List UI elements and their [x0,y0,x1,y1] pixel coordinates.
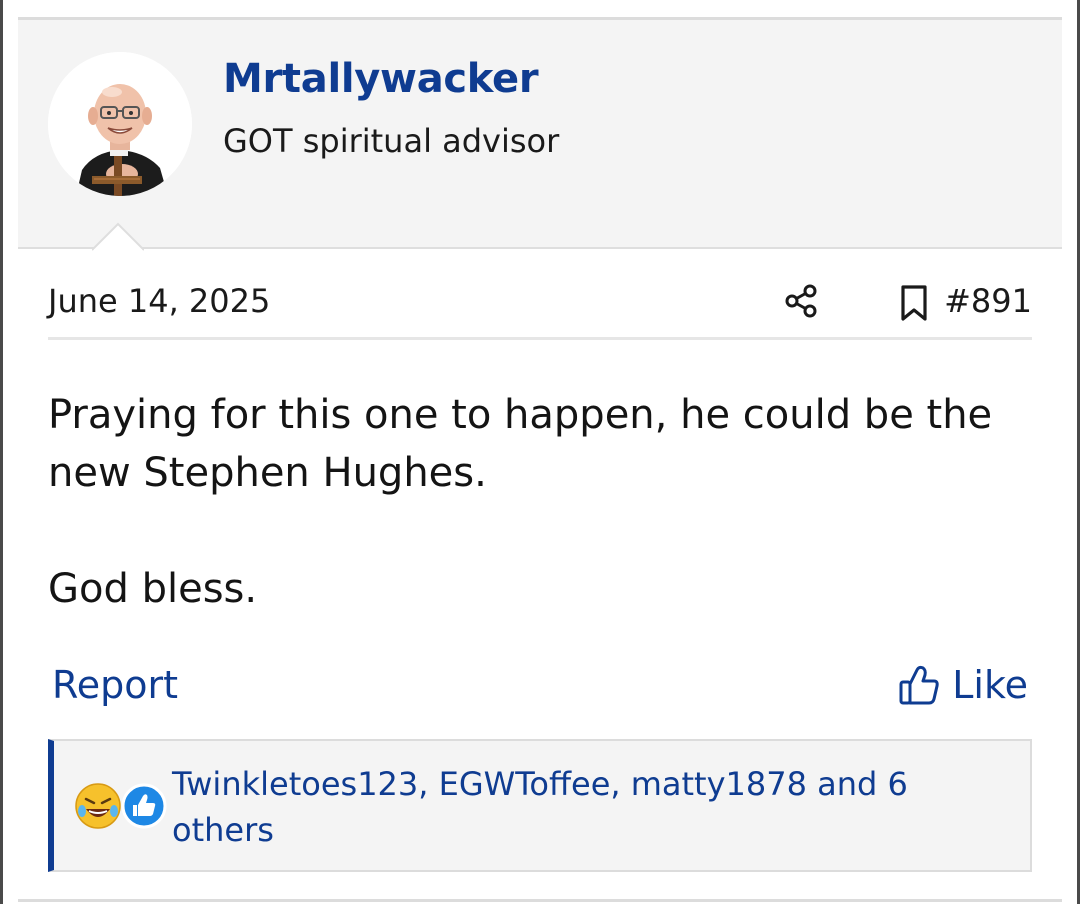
bookmark-icon[interactable] [899,284,929,322]
post-meta-row: June 14, 2025 #891 [48,270,1032,340]
post-author-block: Mrtallywacker GOT spiritual advisor [18,20,1062,249]
laughing-emoji-icon [75,783,121,829]
post-message: Praying for this one to happen, he could… [48,386,1028,618]
avatar[interactable] [48,52,192,196]
post-number[interactable]: #891 [944,282,1032,320]
author-pointer-arrow [92,222,144,251]
like-button[interactable]: Like [898,660,1028,710]
message-paragraph: Praying for this one to happen, he could… [48,392,993,496]
author-username[interactable]: Mrtallywacker [223,56,539,102]
post-date[interactable]: June 14, 2025 [48,282,270,320]
author-user-title: GOT spiritual advisor [223,122,560,160]
reactions-bar[interactable]: Twinkletoes123, EGWToffee, matty1878 and… [48,739,1032,872]
avatar-image [48,52,192,196]
message-paragraph: God bless. [48,566,258,612]
reaction-icons [75,783,167,829]
window-edge-left [0,0,3,904]
forum-post: Mrtallywacker GOT spiritual advisor June… [18,17,1062,902]
thumbs-up-icon [899,665,939,705]
reaction-users-link[interactable]: Twinkletoes123, EGWToffee, matty1878 and… [172,761,992,853]
like-label: Like [952,663,1028,707]
share-icon[interactable] [783,283,819,319]
like-reaction-icon [121,783,167,829]
report-link[interactable]: Report [52,663,178,707]
